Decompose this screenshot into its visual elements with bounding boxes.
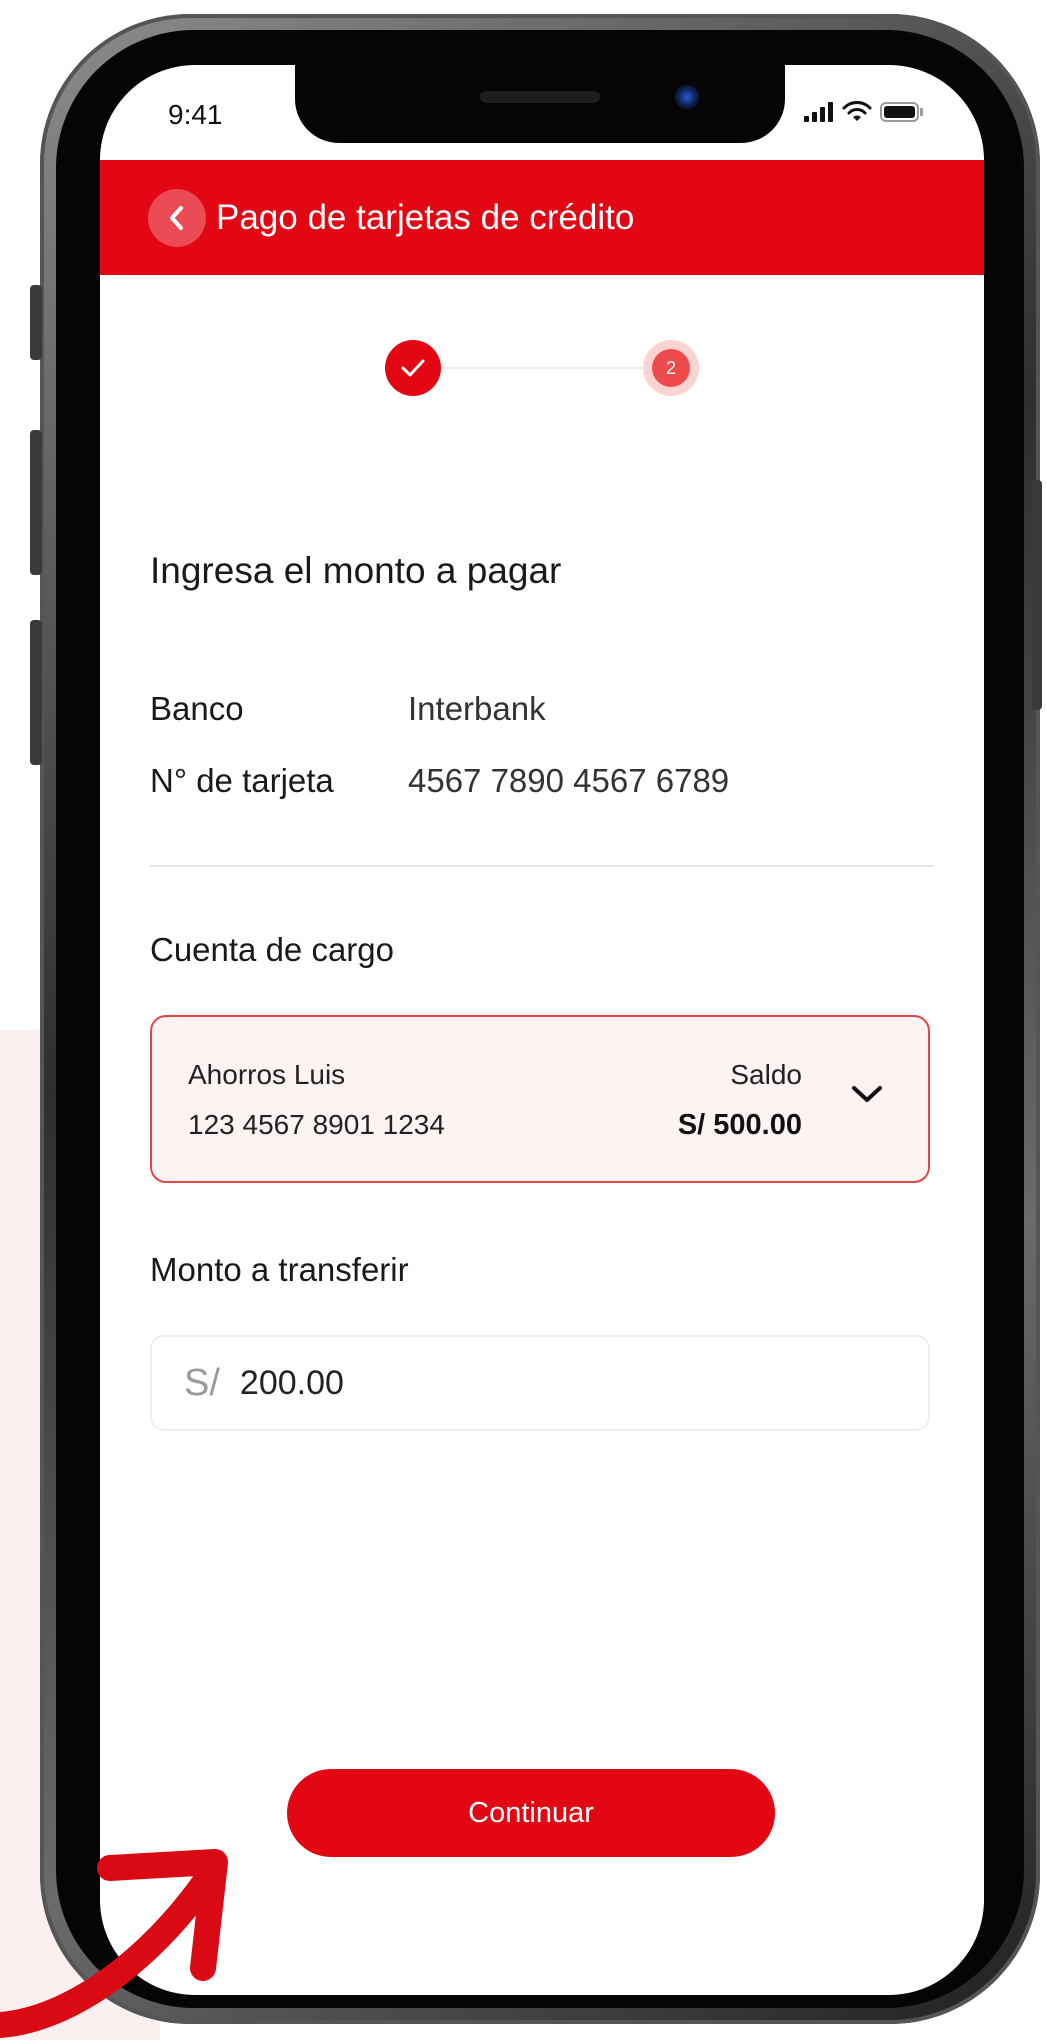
- notch: [295, 65, 785, 143]
- speaker-grille: [480, 91, 600, 103]
- phone-screen: 9:41 Pago de tarjetas de crédito 2 Ingre…: [100, 65, 984, 1995]
- account-number: 123 4567 8901 1234: [188, 1109, 445, 1140]
- phone-mute-switch: [30, 285, 42, 360]
- continue-button[interactable]: Continuar: [287, 1769, 775, 1857]
- check-icon: [401, 359, 425, 377]
- status-time: 9:41: [168, 99, 223, 130]
- divider: [150, 865, 934, 867]
- phone-volume-down: [30, 620, 42, 765]
- progress-stepper: 2: [385, 340, 699, 396]
- chevron-left-icon: [170, 205, 183, 230]
- amount-section-label: Monto a transferir: [150, 1251, 409, 1288]
- balance-label: Saldo: [730, 1059, 802, 1090]
- page-title: Ingresa el monto a pagar: [150, 550, 562, 591]
- step-1-completed: [385, 340, 441, 396]
- app-header: Pago de tarjetas de crédito: [100, 160, 984, 275]
- detail-label: Banco: [150, 690, 244, 727]
- balance-value: S/ 500.00: [677, 1109, 802, 1141]
- front-camera: [675, 85, 699, 109]
- phone-power-button: [1032, 480, 1042, 710]
- amount-input[interactable]: S/ 200.00: [150, 1335, 930, 1431]
- pointer-arrow-icon: [0, 1849, 228, 2038]
- currency-prefix: S/: [184, 1361, 220, 1404]
- phone-volume-up: [30, 430, 42, 575]
- stepper-connector: [441, 367, 643, 369]
- account-dropdown[interactable]: Ahorros Luis 123 4567 8901 1234 Saldo S/…: [150, 1015, 930, 1183]
- detail-label: N° de tarjeta: [150, 762, 334, 799]
- battery-icon: [880, 102, 923, 122]
- wifi-icon: [842, 101, 872, 121]
- chevron-down-icon: [852, 1086, 882, 1102]
- back-button[interactable]: [148, 188, 206, 247]
- detail-value: 4567 7890 4567 6789: [408, 762, 730, 799]
- account-name: Ahorros Luis: [188, 1059, 346, 1090]
- step-2-number: 2: [652, 349, 690, 387]
- amount-value[interactable]: 200.00: [240, 1364, 344, 1403]
- detail-value: Interbank: [408, 690, 546, 727]
- account-section-label: Cuenta de cargo: [150, 931, 395, 968]
- header-title: Pago de tarjetas de crédito: [216, 197, 635, 237]
- signal-icon: [804, 102, 833, 122]
- step-2-current: 2: [643, 340, 699, 396]
- status-icons: [804, 101, 924, 123]
